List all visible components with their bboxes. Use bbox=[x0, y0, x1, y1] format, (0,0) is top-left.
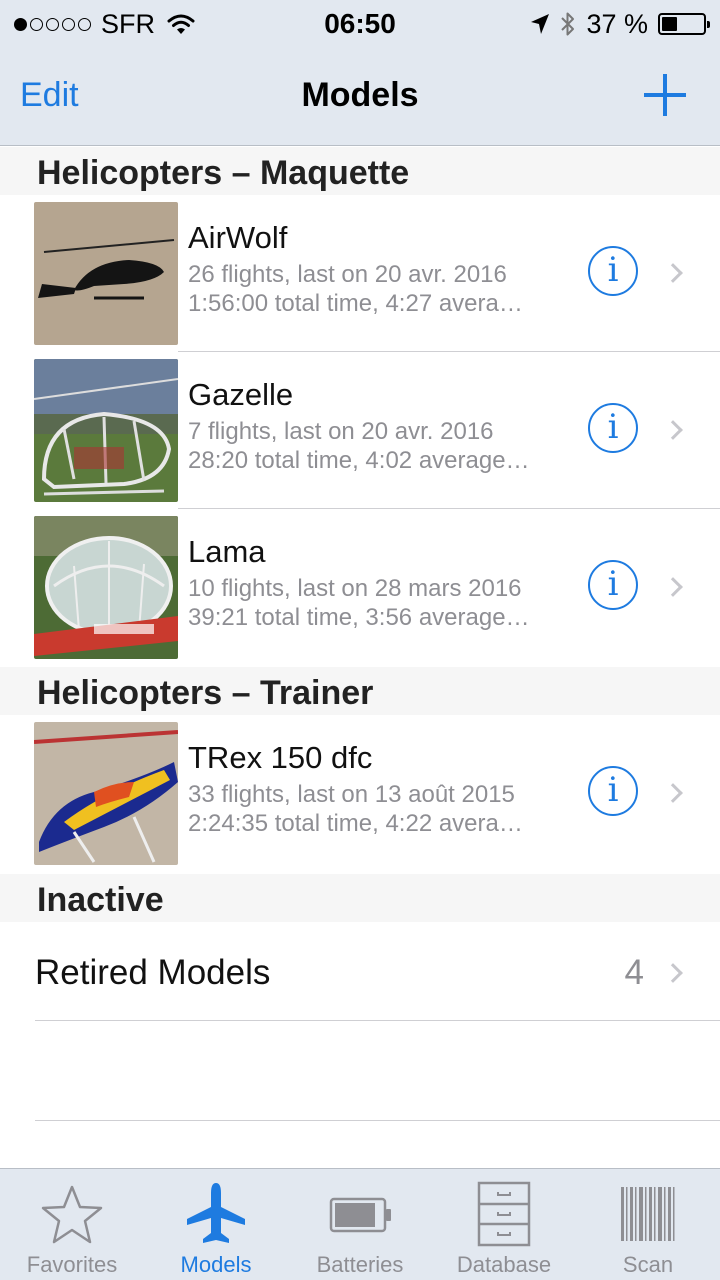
tab-scan[interactable]: Scan bbox=[576, 1169, 720, 1280]
model-time: 1:56:00 total time, 4:27 avera… bbox=[188, 290, 523, 317]
plus-icon[interactable] bbox=[644, 74, 686, 116]
edit-button[interactable]: Edit bbox=[20, 76, 79, 115]
tab-batteries[interactable]: Batteries bbox=[288, 1169, 432, 1280]
barcode-icon bbox=[621, 1187, 675, 1241]
chevron-right-icon bbox=[663, 783, 683, 803]
airwolf-helicopter-photo bbox=[34, 202, 178, 345]
status-right: 37 % bbox=[530, 8, 710, 39]
tab-label: Favorites bbox=[26, 1252, 118, 1277]
model-flights: 33 flights, last on 13 août 2015 bbox=[188, 781, 515, 808]
battery-icon bbox=[658, 13, 710, 35]
gazelle-helicopter-photo bbox=[34, 359, 178, 502]
star-icon bbox=[41, 1185, 103, 1244]
airplane-icon bbox=[187, 1183, 245, 1243]
model-time: 39:21 total time, 3:56 average… bbox=[188, 604, 530, 631]
tab-label: Batteries bbox=[316, 1252, 404, 1277]
list-item-airwolf[interactable]: AirWolf 26 flights, last on 20 avr. 2016… bbox=[0, 195, 720, 352]
divider bbox=[35, 1120, 720, 1121]
model-flights: 10 flights, last on 28 mars 2016 bbox=[188, 575, 522, 602]
tab-label: Scan bbox=[622, 1252, 674, 1277]
info-icon[interactable]: i bbox=[588, 560, 638, 610]
model-name: AirWolf bbox=[188, 220, 288, 255]
status-bar: SFR 06:50 37 % bbox=[0, 0, 720, 48]
section-title: Inactive bbox=[37, 881, 164, 919]
section-header-maquette: Helicopters – Maquette bbox=[0, 147, 720, 195]
chevron-right-icon bbox=[663, 420, 683, 440]
cabinet-icon bbox=[477, 1181, 531, 1247]
list-item-gazelle[interactable]: Gazelle 7 flights, last on 20 avr. 2016 … bbox=[0, 352, 720, 509]
tab-label: Database bbox=[456, 1252, 552, 1277]
section-header-trainer: Helicopters – Trainer bbox=[0, 667, 720, 715]
list-item-lama[interactable]: Lama 10 flights, last on 28 mars 2016 39… bbox=[0, 509, 720, 666]
divider bbox=[35, 1020, 720, 1021]
model-name: Lama bbox=[188, 534, 266, 569]
location-arrow-icon bbox=[531, 14, 550, 34]
tab-database[interactable]: Database bbox=[432, 1169, 576, 1280]
tab-bar: Favorites Models Batteries Database Scan bbox=[0, 1168, 720, 1280]
tab-models[interactable]: Models bbox=[144, 1169, 288, 1280]
section-title: Helicopters – Trainer bbox=[37, 674, 374, 712]
list-item-trex[interactable]: TRex 150 dfc 33 flights, last on 13 août… bbox=[0, 715, 720, 872]
lama-helicopter-photo bbox=[34, 516, 178, 659]
battery-icon bbox=[329, 1197, 391, 1233]
info-icon[interactable]: i bbox=[588, 246, 638, 296]
model-flights: 26 flights, last on 20 avr. 2016 bbox=[188, 261, 507, 288]
model-time: 2:24:35 total time, 4:22 avera… bbox=[188, 810, 523, 837]
bluetooth-icon bbox=[561, 12, 575, 36]
info-icon[interactable]: i bbox=[588, 766, 638, 816]
model-time: 28:20 total time, 4:02 average… bbox=[188, 447, 530, 474]
tab-favorites[interactable]: Favorites bbox=[0, 1169, 144, 1280]
model-name: Gazelle bbox=[188, 377, 294, 412]
chevron-right-icon bbox=[663, 963, 683, 983]
retired-models-count: 4 bbox=[624, 953, 644, 992]
chevron-right-icon bbox=[663, 263, 683, 283]
retired-models-label: Retired Models bbox=[35, 953, 271, 992]
model-name: TRex 150 dfc bbox=[188, 740, 373, 775]
page-title: Models bbox=[301, 76, 419, 114]
tab-label: Models bbox=[180, 1252, 252, 1277]
model-flights: 7 flights, last on 20 avr. 2016 bbox=[188, 418, 494, 445]
retired-models-row[interactable]: Retired Models 4 bbox=[0, 923, 720, 1021]
battery-percent: 37 % bbox=[586, 8, 648, 39]
navigation-bar: Edit Models bbox=[0, 48, 720, 146]
trex-helicopter-photo bbox=[34, 722, 178, 865]
section-header-inactive: Inactive bbox=[0, 874, 720, 922]
info-icon[interactable]: i bbox=[588, 403, 638, 453]
chevron-right-icon bbox=[663, 577, 683, 597]
section-title: Helicopters – Maquette bbox=[37, 154, 410, 192]
